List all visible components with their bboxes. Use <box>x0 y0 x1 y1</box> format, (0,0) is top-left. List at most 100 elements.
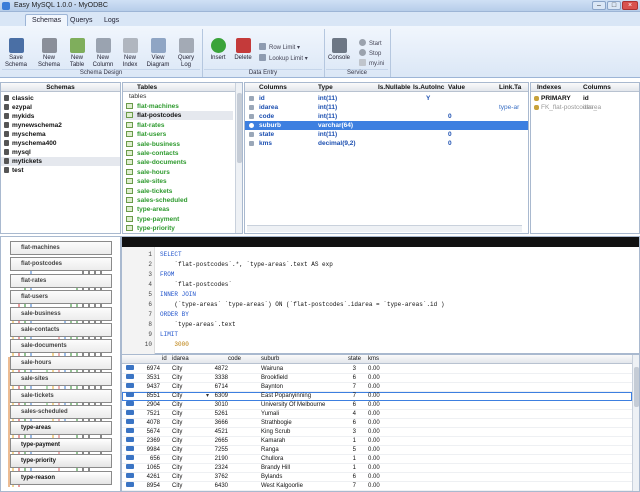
column-row[interactable]: suburb varchar(64) <box>245 121 528 130</box>
index-row[interactable]: FK_flat-postcodes_ idarea <box>531 103 639 112</box>
cell-idarea[interactable]: City <box>172 401 182 410</box>
res-header-code[interactable]: code <box>228 355 241 364</box>
delete-button[interactable]: Delete <box>230 38 256 62</box>
cell-kms[interactable]: 0.00 <box>368 455 380 464</box>
cell-idarea[interactable]: City <box>172 473 182 482</box>
diagram-table-box[interactable]: flat-users <box>10 290 112 305</box>
diagram-table-box[interactable]: sale-hours <box>10 355 112 370</box>
cell-suburb[interactable]: Yumali <box>261 410 279 419</box>
cell-kms[interactable]: 0.00 <box>368 437 380 446</box>
insert-button[interactable]: Insert <box>205 38 231 62</box>
table-row[interactable]: 7521 City 5261 Yumali 4 0.00 <box>122 410 632 419</box>
col-header-value[interactable]: Value <box>448 83 465 92</box>
cell-kms[interactable]: 0.00 <box>368 473 380 482</box>
schema-item[interactable]: myschema <box>1 130 120 139</box>
res-header-kms[interactable]: kms <box>368 355 379 364</box>
tab-schemas[interactable]: Schemas <box>25 14 69 26</box>
close-button[interactable]: × <box>622 1 638 10</box>
cell-kms[interactable]: 0.00 <box>368 401 380 410</box>
diagram-table-box[interactable]: sale-documents <box>10 339 112 354</box>
my-ini-button[interactable]: my.ini <box>359 59 384 67</box>
column-row[interactable]: id int(11) Y <box>245 94 528 103</box>
cell-suburb[interactable]: Kamarah <box>261 437 285 446</box>
column-row[interactable]: idarea int(11) type-ar <box>245 103 528 112</box>
table-item[interactable]: type-payment <box>123 215 233 224</box>
column-row[interactable]: code int(11) 0 <box>245 112 528 121</box>
diagram-table-box[interactable]: type-payment <box>10 437 112 452</box>
schema-item[interactable]: mysql <box>1 148 120 157</box>
table-item[interactable]: flat-postcodes <box>123 111 233 121</box>
col-header-type[interactable]: Type <box>318 83 333 92</box>
schema-item[interactable]: classic <box>1 94 120 103</box>
schema-item[interactable]: mykids <box>1 112 120 121</box>
table-row[interactable]: 6974 City 4872 Wairuna 3 0.00 <box>122 365 632 374</box>
cell-suburb[interactable]: Bylands <box>261 473 282 482</box>
row-limit-button[interactable]: Row Limit ▾ <box>259 43 300 51</box>
cell-suburb[interactable]: East Popanyinning <box>261 392 311 401</box>
schema-item[interactable]: test <box>1 166 120 175</box>
cell-kms[interactable]: 0.00 <box>368 464 380 473</box>
cell-kms[interactable]: 0.00 <box>368 374 380 383</box>
view-diagram-button[interactable]: View Diagram <box>145 38 171 68</box>
table-row[interactable]: 656 City 2190 Chullora 1 0.00 <box>122 455 632 464</box>
idx-header-columns[interactable]: Columns <box>583 83 611 92</box>
cell-suburb[interactable]: Brookfield <box>261 374 288 383</box>
new-index-button[interactable]: New Index <box>117 38 143 68</box>
schema-item[interactable]: ezypal <box>1 103 120 112</box>
index-row[interactable]: PRIMARY id <box>531 94 639 103</box>
results-scrollbar[interactable] <box>632 355 639 491</box>
cell-idarea[interactable]: City <box>172 437 182 446</box>
diagram-table-box[interactable]: sale-contacts <box>10 323 112 337</box>
cell-suburb[interactable]: West Kalgoorlie <box>261 482 303 491</box>
diagram-table-box[interactable]: type-priority <box>10 454 112 469</box>
cell-suburb[interactable]: Strathbogie <box>261 419 292 428</box>
save-schema-button[interactable]: Save Schema <box>3 38 29 68</box>
cell-kms[interactable]: 0.00 <box>368 410 380 419</box>
schema-item[interactable]: mytickets <box>1 157 120 166</box>
table-row[interactable]: 5674 City 4521 King Scrub 3 0.00 <box>122 428 632 437</box>
table-item[interactable]: sale-business <box>123 140 233 149</box>
table-row[interactable]: 1065 City 2324 Brandy Hill 1 0.00 <box>122 464 632 473</box>
table-row[interactable]: 3531 City 3338 Brookfield 6 0.00 <box>122 374 632 383</box>
cell-idarea[interactable]: City <box>172 482 182 491</box>
table-row[interactable]: 8954 City 6430 West Kalgoorlie 7 0.00 <box>122 482 632 491</box>
maximize-button[interactable]: □ <box>607 1 621 10</box>
minimize-button[interactable]: – <box>592 1 606 10</box>
col-header-nullable[interactable]: Is.Nullable <box>378 83 411 92</box>
table-item[interactable]: sale-documents <box>123 158 233 167</box>
tab-logs[interactable]: Logs <box>97 14 126 26</box>
table-item[interactable]: sale-sites <box>123 177 233 186</box>
table-row[interactable]: 9437 City 6714 Baynton 7 0.00 <box>122 383 632 392</box>
sql-editor[interactable]: 1 SELECT 2 `flat-postcodes`.*, `type-areas… <box>121 236 640 354</box>
table-row[interactable]: 2369 City 2665 Kamarah 1 0.00 <box>122 437 632 446</box>
table-row[interactable]: 2904 City 3010 University Of Melbourne 6 0.00 <box>122 401 632 410</box>
cell-kms[interactable]: 0.00 <box>368 392 380 401</box>
cell-suburb[interactable]: Chullora <box>261 455 283 464</box>
table-item[interactable]: flat-machines <box>123 102 233 111</box>
cell-idarea[interactable]: City <box>172 464 182 473</box>
col-header-link[interactable]: Link.Ta <box>499 83 521 92</box>
cell-idarea[interactable]: City <box>172 383 182 392</box>
dropdown-arrow-icon[interactable]: ▾ <box>206 392 209 401</box>
tables-root[interactable]: tables <box>123 92 146 101</box>
lookup-limit-button[interactable]: Lookup Limit ▾ <box>259 54 308 62</box>
new-column-button[interactable]: New Column <box>90 38 116 68</box>
diagram-table-box[interactable]: flat-machines <box>10 241 112 255</box>
diagram-table-box[interactable]: flat-postcodes <box>10 257 112 272</box>
tables-scrollbar[interactable] <box>235 83 242 233</box>
cell-suburb[interactable]: Ranga <box>261 446 279 455</box>
cell-suburb[interactable]: University Of Melbourne <box>261 401 325 410</box>
cell-idarea[interactable]: City <box>172 446 182 455</box>
cell-kms[interactable]: 0.00 <box>368 419 380 428</box>
table-row[interactable]: 9984 City 7255 Ranga 5 0.00 <box>122 446 632 455</box>
new-schema-button[interactable]: New Schema <box>36 38 62 68</box>
table-item[interactable]: type-areas <box>123 205 233 214</box>
schema-item[interactable]: myschema400 <box>1 139 120 148</box>
col-header-autoinc[interactable]: Is.AutoInc <box>413 83 444 92</box>
cell-kms[interactable]: 0.00 <box>368 383 380 392</box>
table-item[interactable]: sale-contacts <box>123 149 233 158</box>
diagram-table-box[interactable]: sale-tickets <box>10 388 112 403</box>
diagram-table-box[interactable]: sales-scheduled <box>10 405 112 419</box>
cell-kms[interactable]: 0.00 <box>368 365 380 374</box>
diagram-table-box[interactable]: sale-business <box>10 306 112 321</box>
